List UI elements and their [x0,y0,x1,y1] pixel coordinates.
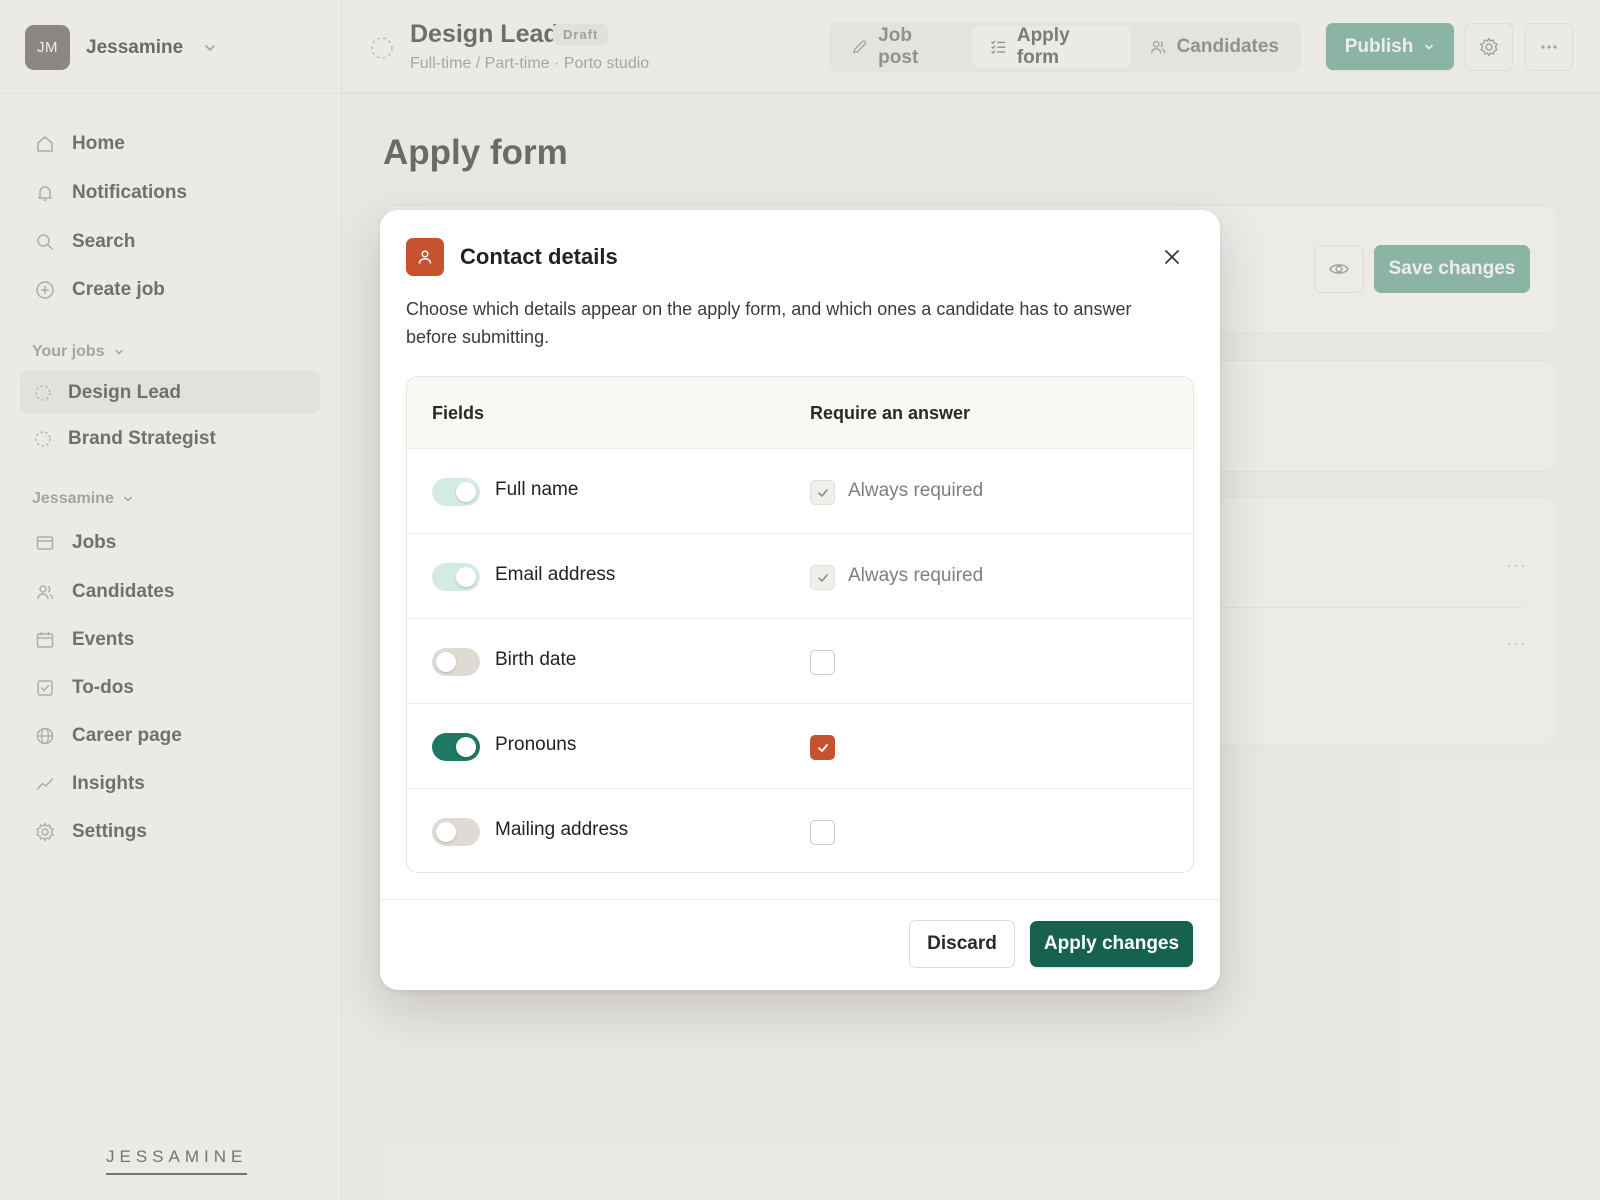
contact-details-dialog: Contact details Choose which details app… [380,210,1220,990]
require-checkbox-full-name[interactable] [810,480,835,505]
field-label: Email address [495,564,616,585]
field-toggle-mailing-address[interactable] [432,818,480,846]
checkmark-icon [817,743,828,752]
toggle-knob [456,482,476,502]
toggle-knob [436,822,456,842]
toggle-knob [436,652,456,672]
field-label: Pronouns [495,734,577,755]
require-checkbox-mailing-address[interactable] [810,820,835,845]
required-note: Always required [848,480,984,501]
required-note: Always required [848,565,984,586]
field-toggle-email-address[interactable] [432,563,480,591]
checkmark-icon [817,488,828,497]
fields-table: Fields Require an answer Full name Alway… [406,376,1194,873]
dialog-title: Contact details [460,244,618,269]
checkmark-icon [817,573,828,582]
field-toggle-birth-date[interactable] [432,648,480,676]
app: JM Jessamine Home Notifications Search C… [0,0,1600,1200]
table-row: Email address Always required [407,534,1193,619]
field-toggle-full-name[interactable] [432,478,480,506]
table-row: Birth date [407,619,1193,704]
table-row: Pronouns [407,704,1193,789]
divider [380,899,1220,900]
require-checkbox-pronouns[interactable] [810,735,835,760]
toggle-knob [456,567,476,587]
table-header: Fields Require an answer [407,377,1193,449]
column-header-require: Require an answer [810,403,971,423]
person-icon [406,238,444,276]
discard-button[interactable]: Discard [909,920,1015,968]
dialog-description: Choose which details appear on the apply… [406,299,1132,347]
toggle-knob [456,737,476,757]
close-icon [1165,250,1179,264]
field-toggle-pronouns[interactable] [432,733,480,761]
apply-changes-button[interactable]: Apply changes [1030,921,1193,967]
field-label: Mailing address [495,819,629,840]
column-header-fields: Fields [432,403,485,423]
field-label: Birth date [495,649,577,670]
require-checkbox-email-address[interactable] [810,565,835,590]
table-row: Full name Always required [407,449,1193,534]
require-checkbox-birth-date[interactable] [810,650,835,675]
close-button[interactable] [1159,244,1185,270]
table-row: Mailing address [407,789,1193,872]
field-label: Full name [495,479,579,500]
